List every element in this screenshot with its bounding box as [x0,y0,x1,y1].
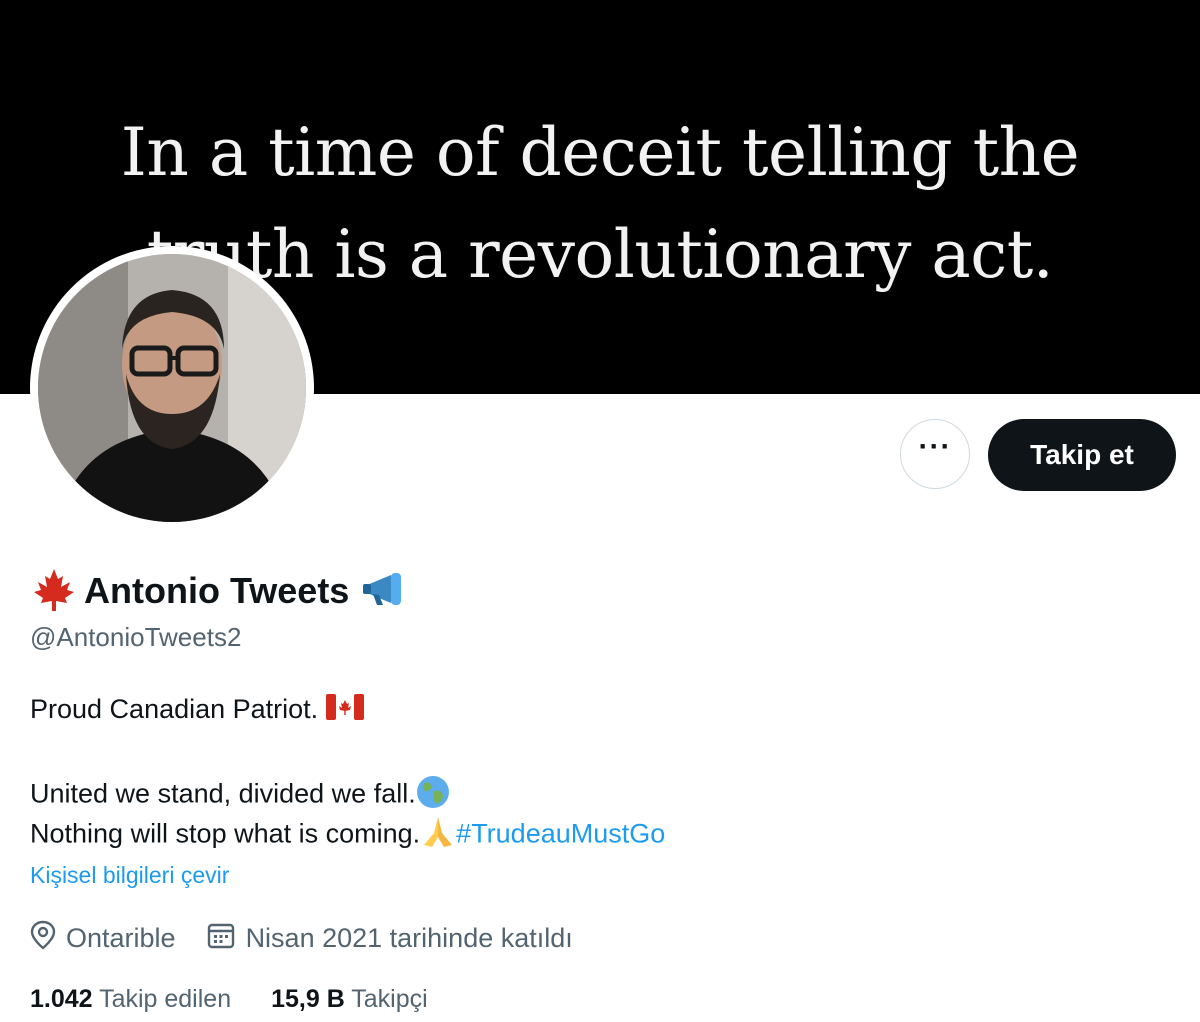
followers-count: 15,9 B [271,985,345,1013]
follow-stats: 1.042 Takip edilen 15,9 B Takipçi [30,985,468,1014]
bio-line-1: Proud Canadian Patriot. [30,694,364,727]
banner-quote-line1: In a time of deceit telling the [120,114,1080,191]
canada-flag-icon [325,694,364,727]
joined-item: Nisan 2021 tarihinde katıldı [206,920,573,957]
following-label: Takip edilen [99,985,232,1013]
globe-icon [416,775,450,816]
banner-quote-line2: truth is a revolutionary act. [146,216,1054,293]
followers-stat[interactable]: 15,9 B Takipçi [271,985,428,1014]
megaphone-icon [361,569,413,614]
follow-button[interactable]: Takip et [988,419,1176,491]
translate-bio-link[interactable]: Kişisel bilgileri çevir [30,862,229,889]
following-count: 1.042 [30,985,93,1013]
display-name-row: Antonio Tweets [30,566,413,616]
location-pin-icon [30,920,56,957]
maple-leaf-icon [30,565,78,618]
folded-hands-icon [420,815,456,856]
bio-line-2: United we stand, divided we fall. [30,775,450,816]
location-item: Ontarible [30,920,176,957]
bio-text-3: Nothing will stop what is coming. [30,818,421,849]
followers-label: Takipçi [351,985,428,1013]
hashtag-link[interactable]: #TrudeauMustGo [456,819,665,849]
profile-handle: @AntonioTweets2 [30,622,242,652]
more-icon: ··· [918,430,952,463]
joined-text: Nisan 2021 tarihinde katıldı [245,923,573,953]
avatar-photo [38,254,306,522]
more-options-button[interactable]: ··· [900,419,970,489]
location-text: Ontarible [66,923,176,953]
profile-meta: Ontarible Nisan 2021 tarihinde katıldı [30,920,603,957]
avatar[interactable] [30,246,314,530]
display-name: Antonio Tweets [84,570,350,611]
bio-line-3: Nothing will stop what is coming. #Trude… [30,815,665,856]
bio-text-2: United we stand, divided we fall. [30,778,416,809]
bio-text-1: Proud Canadian Patriot. [30,694,319,724]
following-stat[interactable]: 1.042 Takip edilen [30,985,231,1014]
avatar-illustration [38,254,306,522]
calendar-icon [206,920,236,957]
